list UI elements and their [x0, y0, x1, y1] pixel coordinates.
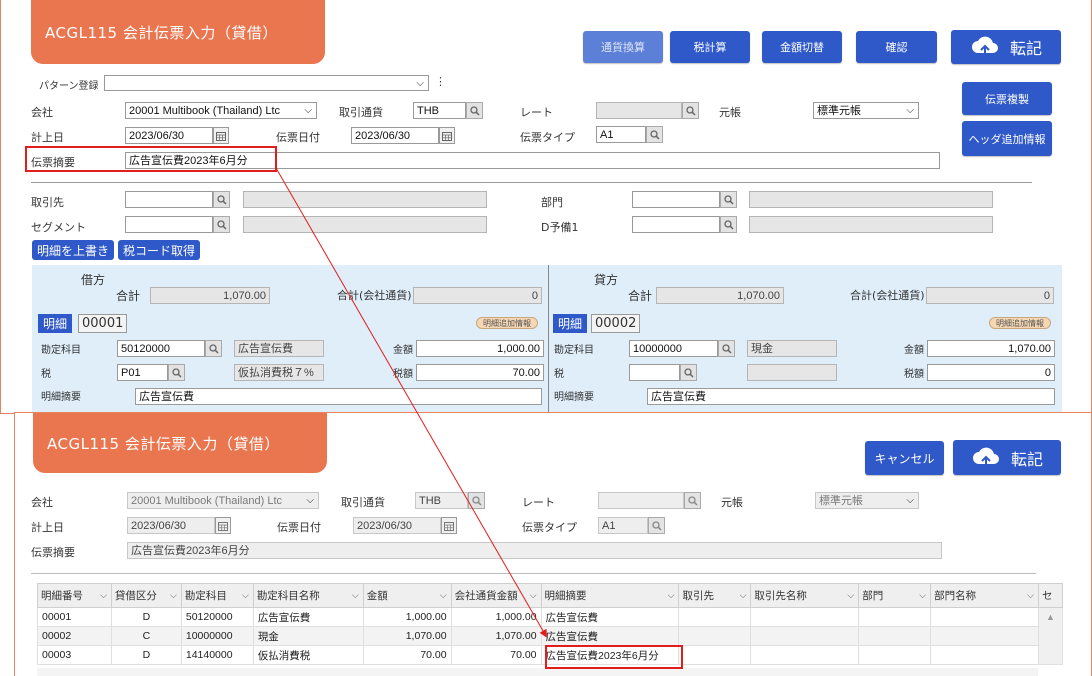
- annotation-arrow: [275, 167, 547, 638]
